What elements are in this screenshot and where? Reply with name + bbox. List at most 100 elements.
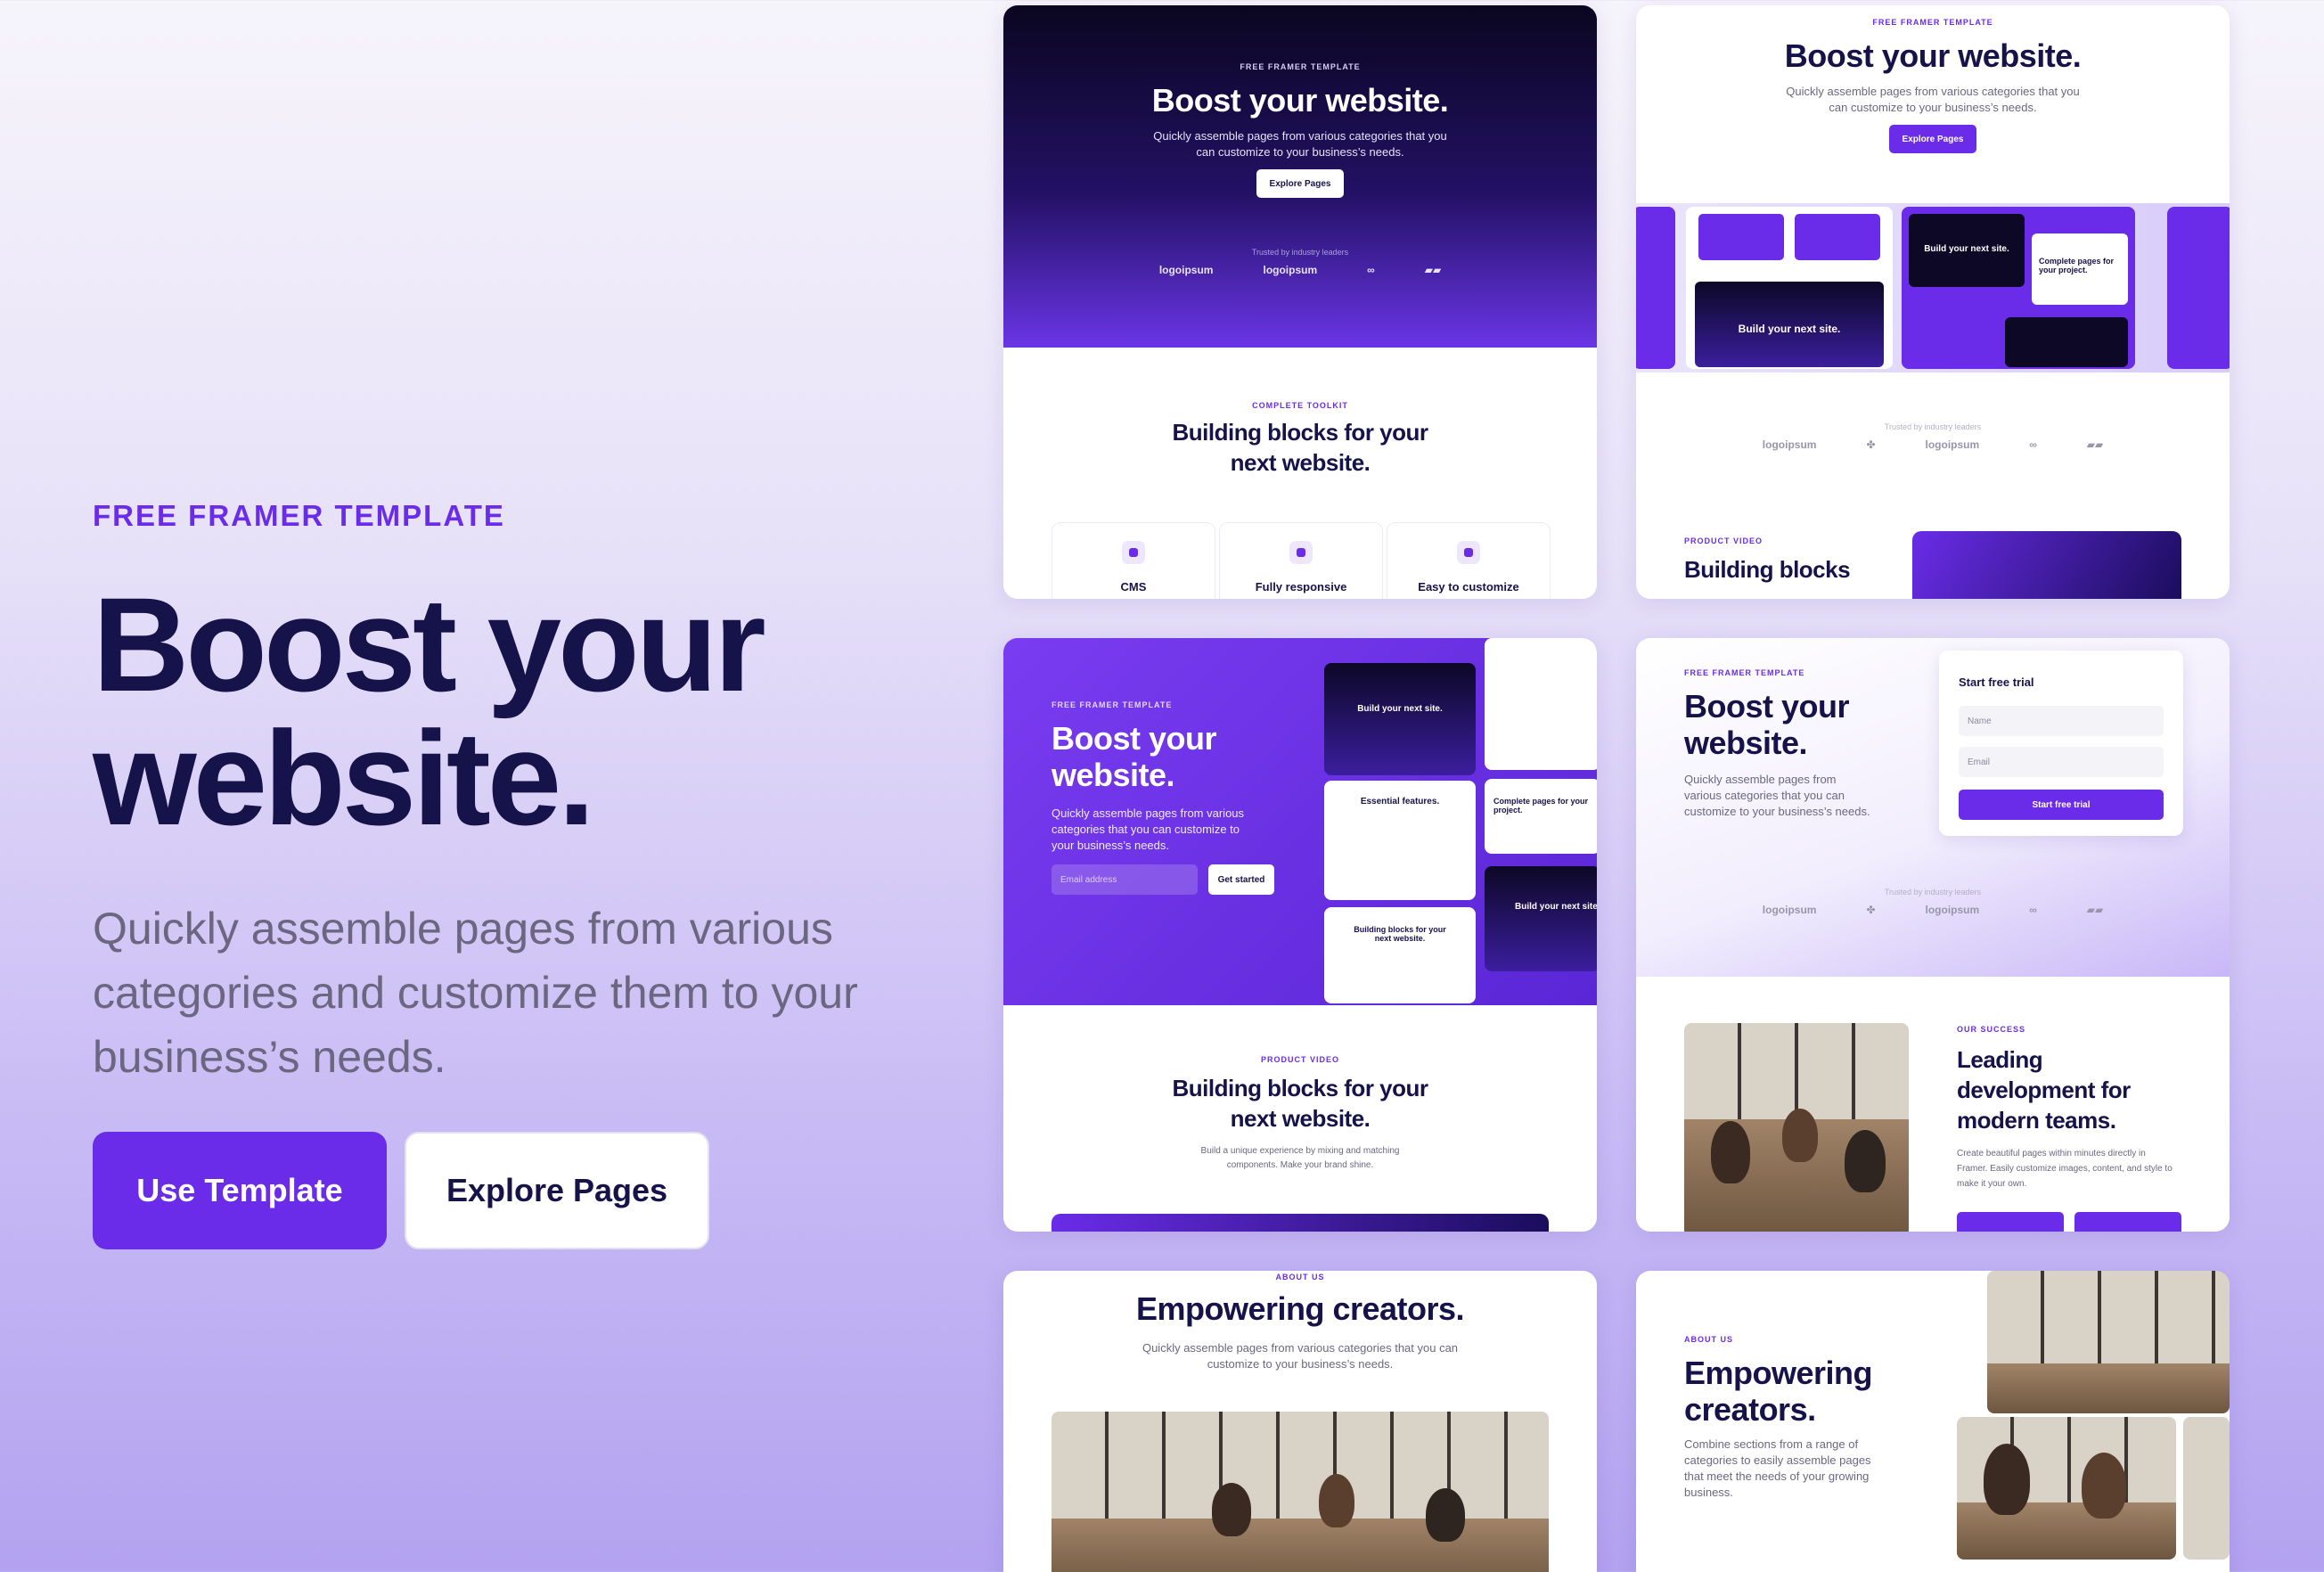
explore-pages-button[interactable]: Explore Pages: [1256, 169, 1344, 198]
hero-buttons: Use Template Explore Pages: [93, 1132, 930, 1249]
logo-row: logoipsum logoipsum ∞ ▰▰: [1003, 264, 1597, 276]
card-subtitle-line: Quickly assemble pages from various cate…: [1786, 85, 2080, 98]
screen-thumb: Build your next site.: [1324, 663, 1476, 775]
preview-card-about-centered[interactable]: ABOUT US Empowering creators. Quickly as…: [1003, 1271, 1597, 1572]
feature-responsive: Fully responsive: [1219, 522, 1383, 599]
feature-customize: Easy to customize: [1387, 522, 1551, 599]
primary-button[interactable]: [1957, 1212, 2064, 1232]
photo-person: [2082, 1453, 2126, 1519]
card-subtitle-line: Quickly assemble pages from various cate…: [1142, 1341, 1459, 1355]
hero-subtitle-line: business’s needs.: [93, 1032, 446, 1082]
photo-table: [1987, 1363, 2230, 1413]
screen-thumb: [2167, 207, 2230, 369]
screen-thumb: Complete pages for your project.: [1485, 779, 1597, 854]
trusted-label: Trusted by industry leaders: [1884, 422, 1982, 431]
section-title-line: modern teams.: [1957, 1107, 2116, 1134]
card-subtitle-line: Quickly assemble pages from: [1684, 773, 1837, 786]
photo-table: [1957, 1502, 2176, 1560]
video-thumbnail[interactable]: [1052, 1214, 1549, 1232]
card-eyebrow: ABOUT US: [1275, 1273, 1325, 1281]
stripes-logo: ▰▰: [2086, 438, 2104, 451]
card-title: Empowering creators.: [1135, 1290, 1465, 1327]
logoipsum-logo: logoipsum: [1158, 264, 1214, 276]
screen-hero: Build your next site.: [1695, 282, 1884, 367]
settings-icon: [1457, 541, 1480, 564]
section-title-line: Building blocks for your: [1172, 419, 1428, 446]
explore-pages-button[interactable]: Explore Pages: [1889, 125, 1976, 153]
hero-eyebrow: FREE FRAMER TEMPLATE: [93, 499, 505, 532]
clover-logo: ✤: [1866, 904, 1876, 916]
email-input[interactable]: Email: [1959, 747, 2164, 777]
logo-row: logoipsum ✤ logoipsum ∞ ▰▰: [1636, 438, 2230, 451]
team-photo: [1052, 1412, 1549, 1572]
card-subtitle-line: business.: [1684, 1486, 1733, 1499]
card-eyebrow: FREE FRAMER TEMPLATE: [1240, 62, 1361, 71]
card-subtitle-line: can customize to your business’s needs.: [1196, 145, 1404, 159]
card-title-line: Empowering: [1684, 1355, 1873, 1391]
section-eyebrow: OUR SUCCESS: [1957, 1025, 2026, 1034]
hero-title-line: Boost your: [93, 569, 766, 719]
section-title-line: development for: [1957, 1077, 2131, 1103]
video-thumbnail[interactable]: [1912, 531, 2181, 599]
use-template-button[interactable]: Use Template: [93, 1132, 387, 1249]
team-photo: [1684, 1023, 1909, 1232]
card-title-line: website.: [1684, 725, 1808, 761]
photo-person: [1782, 1109, 1818, 1162]
card-subtitle: Quickly assemble pages from various cate…: [1052, 806, 1244, 854]
card-subtitle-line: categories that you can customize to: [1052, 823, 1240, 836]
section-title-line: next website.: [1230, 1105, 1371, 1132]
hero-subtitle-line: categories and customize them to your: [93, 968, 858, 1018]
card-subtitle-line: Combine sections from a range of: [1684, 1437, 1859, 1451]
section-subtitle-line: make it your own.: [1957, 1179, 2027, 1189]
screen-block: [1795, 214, 1880, 260]
preview-card-hero-light[interactable]: FREE FRAMER TEMPLATE Boost your website.…: [1636, 5, 2230, 599]
preview-card-hero-dark[interactable]: FREE FRAMER TEMPLATE Boost your website.…: [1003, 5, 1597, 599]
card-subtitle-line: customize to your business’s needs.: [1207, 1357, 1394, 1371]
card-title-line: website.: [1052, 757, 1175, 793]
card-title-line: Boost your: [1684, 688, 1850, 725]
card-subtitle-line: can customize to your business’s needs.: [1829, 101, 2037, 114]
card-title-line: creators.: [1684, 1391, 1816, 1428]
trusted-label: Trusted by industry leaders: [1884, 888, 1982, 897]
name-input[interactable]: Name: [1959, 706, 2164, 736]
section-subtitle-line: Build a unique experience by mixing and …: [1200, 1146, 1400, 1156]
section-subtitle: Build a unique experience by mixing and …: [1003, 1144, 1597, 1173]
section-subtitle-line: Create beautiful pages within minutes di…: [1957, 1149, 2146, 1159]
section-eyebrow: PRODUCT VIDEO: [1260, 1055, 1339, 1064]
wave-logo: ∞: [1367, 264, 1375, 276]
clover-logo: ✤: [1866, 438, 1876, 451]
photo-person: [1711, 1121, 1750, 1183]
wave-logo: ∞: [2029, 904, 2037, 916]
feature-label: CMS: [1120, 580, 1147, 594]
section-title-line: Leading: [1957, 1046, 2043, 1073]
screens-strip: Build your next site. Build your next si…: [1636, 203, 2230, 373]
screen-thumb: [1485, 638, 1597, 770]
card-title: Boost your website.: [1684, 688, 1850, 761]
card-title: Empowering creators.: [1684, 1355, 1873, 1428]
card-eyebrow: FREE FRAMER TEMPLATE: [1872, 18, 1993, 27]
logo-row: logoipsum ✤ logoipsum ∞ ▰▰: [1636, 904, 2230, 916]
preview-card-hero-purple[interactable]: FREE FRAMER TEMPLATE Boost your website.…: [1003, 638, 1597, 1232]
card-title-line: Boost your: [1052, 720, 1217, 757]
section-subtitle-line: Framer. Easily customize images, content…: [1957, 1164, 2173, 1174]
hero-subtitle: Quickly assemble pages from various cate…: [93, 897, 930, 1089]
get-started-button[interactable]: Get started: [1208, 864, 1274, 895]
logoipsum-logo: logoipsum: [1263, 264, 1318, 276]
section-title: Building blocks for your next website.: [1003, 1073, 1597, 1134]
card-eyebrow: FREE FRAMER TEMPLATE: [1684, 668, 1805, 677]
card-subtitle-line: your business’s needs.: [1052, 839, 1170, 852]
start-trial-button[interactable]: Start free trial: [1959, 790, 2164, 820]
preview-card-about-split[interactable]: ABOUT US Empowering creators. Combine se…: [1636, 1271, 2230, 1572]
email-input[interactable]: Email address: [1052, 864, 1198, 895]
section-subtitle-line: components. Make your brand shine.: [1226, 1160, 1374, 1170]
photo-person: [1319, 1474, 1354, 1527]
secondary-button[interactable]: [2074, 1212, 2181, 1232]
card-subtitle-line: Quickly assemble pages from various cate…: [1153, 129, 1447, 143]
logoipsum-logo: logoipsum: [1925, 438, 1980, 451]
preview-card-signup[interactable]: FREE FRAMER TEMPLATE Boost your website.…: [1636, 638, 2230, 1232]
logoipsum-logo: logoipsum: [1925, 904, 1980, 916]
card-subtitle: Quickly assemble pages from various cate…: [1003, 128, 1597, 160]
explore-pages-button[interactable]: Explore Pages: [405, 1132, 709, 1249]
screen-thumb: Build your next site. Complete pages for…: [1902, 207, 2135, 369]
card-subtitle-line: categories to easily assemble pages: [1684, 1453, 1871, 1467]
